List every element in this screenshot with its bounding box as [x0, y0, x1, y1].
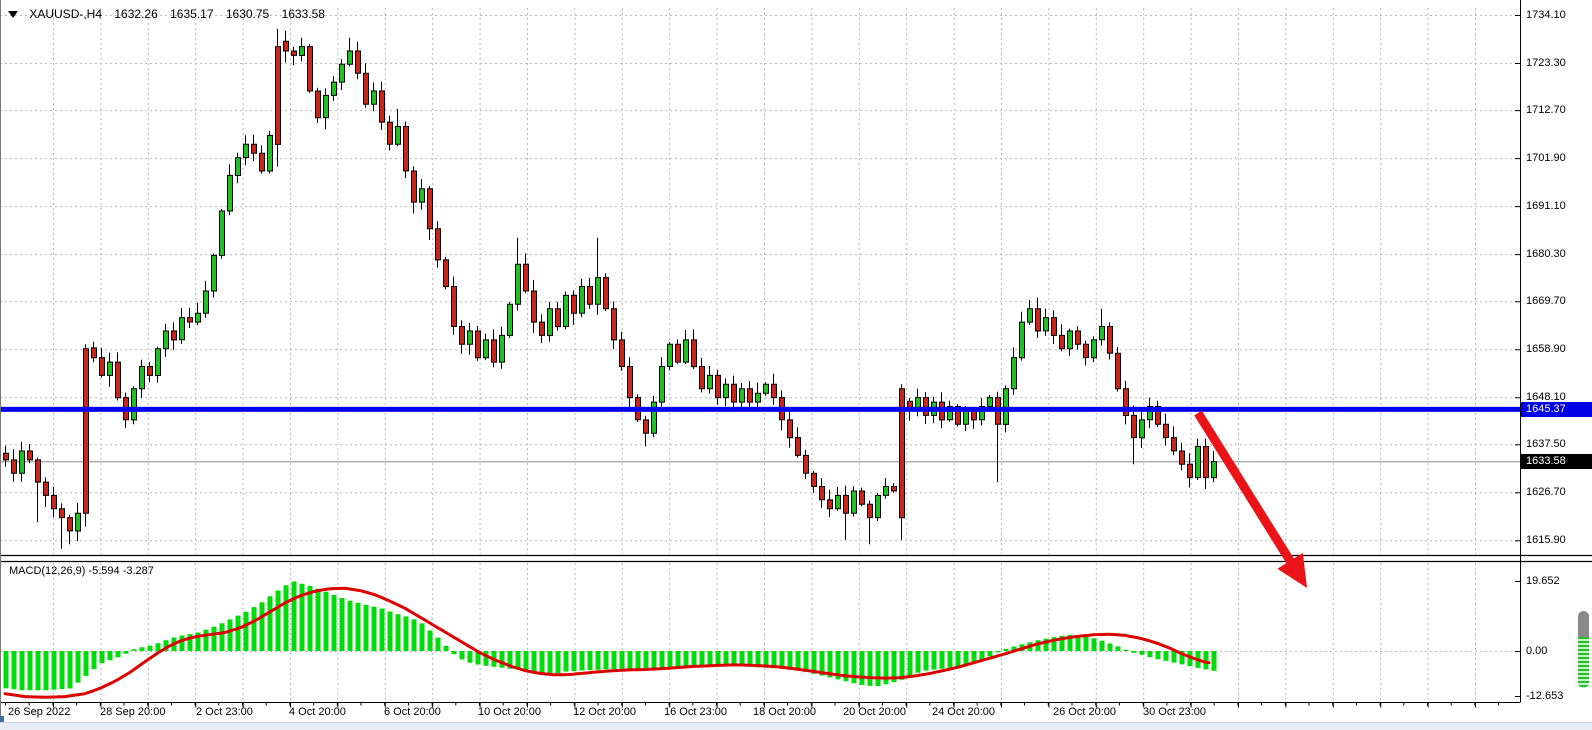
time-axis-label: 16 Oct 23:00	[664, 706, 727, 718]
macd-axis-label: 0.00	[1526, 645, 1547, 657]
scrollbar-thumb[interactable]	[1578, 611, 1589, 688]
time-axis-label: 10 Oct 20:00	[478, 706, 541, 718]
time-axis-label: 30 Oct 23:00	[1143, 706, 1206, 718]
price-tag-current: 1633.58	[1521, 454, 1592, 469]
time-axis-label: 18 Oct 20:00	[753, 706, 816, 718]
scrollbar-grip[interactable]	[1578, 637, 1589, 688]
price-axis-label: 1626.70	[1526, 486, 1566, 498]
blue-horizontal-line[interactable]	[0, 407, 1520, 412]
macd-axis-label: 19.652	[1526, 575, 1560, 587]
status-strip	[0, 722, 1592, 730]
macd-axis-label: -12.653	[1526, 690, 1563, 702]
time-axis-label: 26 Sep 2022	[8, 706, 70, 718]
price-axis-label: 1669.70	[1526, 295, 1566, 307]
price-axis-label: 1723.30	[1526, 57, 1566, 69]
time-axis-label: 12 Oct 20:00	[573, 706, 636, 718]
price-axis-label: 1691.10	[1526, 200, 1566, 212]
time-axis-label: 6 Oct 20:00	[384, 706, 441, 718]
time-axis-label: 4 Oct 20:00	[289, 706, 346, 718]
ohlc-close: 1633.58	[282, 7, 325, 21]
price-axis-label: 1680.30	[1526, 248, 1566, 260]
time-axis-label: 26 Oct 20:00	[1053, 706, 1116, 718]
chart-title: XAUUSD-,H4 1632.26 1635.17 1630.75 1633.…	[8, 6, 334, 22]
time-axis-label: 2 Oct 23:00	[196, 706, 253, 718]
price-tag-blue: 1645.37	[1521, 402, 1592, 417]
time-axis-label: 24 Oct 20:00	[932, 706, 995, 718]
time-axis-label: 28 Sep 20:00	[100, 706, 165, 718]
macd-indicator-label: MACD(12,26,9) -5.594 -3.287	[9, 565, 154, 577]
symbol-period-label: XAUUSD-,H4	[29, 7, 102, 21]
price-axis-label: 1637.50	[1526, 438, 1566, 450]
time-axis-label: 20 Oct 20:00	[843, 706, 906, 718]
price-axis-label: 1658.90	[1526, 343, 1566, 355]
price-axis-label: 1712.70	[1526, 104, 1566, 116]
mt4-chart-window: XAUUSD-,H4 1632.26 1635.17 1630.75 1633.…	[0, 0, 1592, 730]
chart-canvas[interactable]	[0, 0, 1592, 730]
price-axis-label: 1734.10	[1526, 9, 1566, 21]
price-axis-label: 1701.90	[1526, 152, 1566, 164]
ohlc-low: 1630.75	[226, 7, 269, 21]
collapse-triangle-icon[interactable]	[8, 11, 18, 18]
price-axis-label: 1648.10	[1526, 391, 1566, 403]
ohlc-high: 1635.17	[170, 7, 213, 21]
ohlc-open: 1632.26	[114, 7, 157, 21]
price-axis-label: 1615.90	[1526, 534, 1566, 546]
